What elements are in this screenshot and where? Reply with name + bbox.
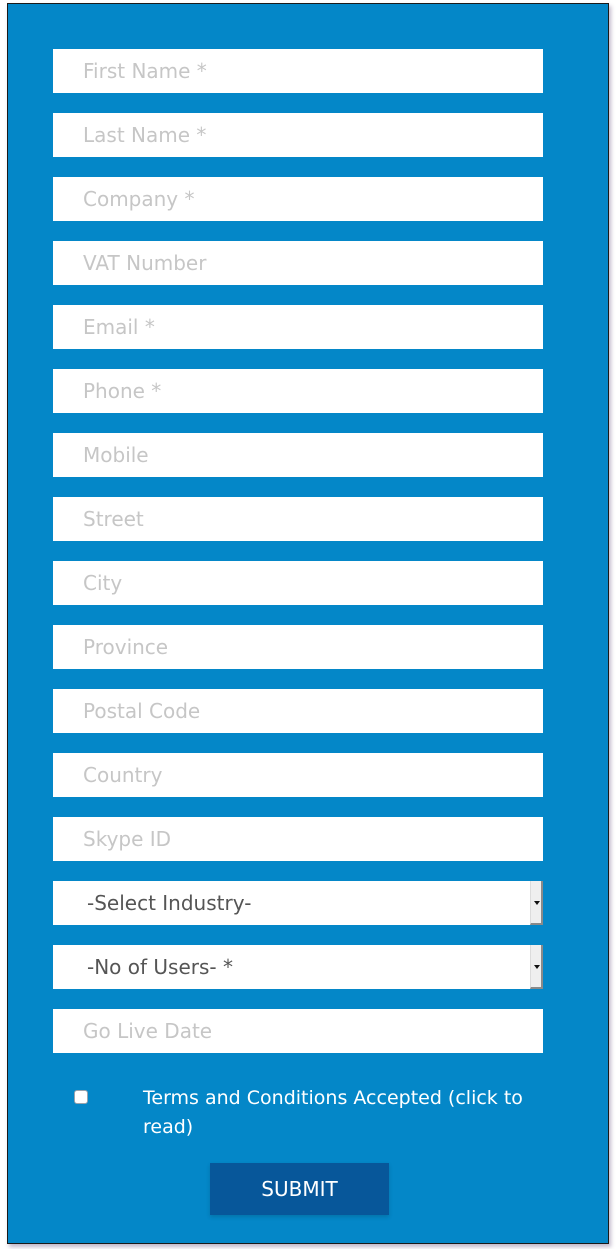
company-field[interactable] bbox=[53, 177, 543, 221]
postal-code-field[interactable] bbox=[53, 689, 543, 733]
users-dropdown-button[interactable] bbox=[530, 945, 543, 989]
users-select[interactable]: -No of Users- * bbox=[53, 945, 543, 989]
terms-checkbox[interactable] bbox=[74, 1090, 88, 1104]
mobile-field[interactable] bbox=[53, 433, 543, 477]
skype-id-field[interactable] bbox=[53, 817, 543, 861]
go-live-date-field[interactable] bbox=[53, 1009, 543, 1053]
country-field[interactable] bbox=[53, 753, 543, 797]
submit-button[interactable]: SUBMIT bbox=[210, 1163, 389, 1215]
province-field[interactable] bbox=[53, 625, 543, 669]
phone-field[interactable] bbox=[53, 369, 543, 413]
first-name-field[interactable] bbox=[53, 49, 543, 93]
industry-select-value: -Select Industry- bbox=[87, 891, 252, 915]
signup-form-panel: -Select Industry- -No of Users- * Terms … bbox=[7, 3, 609, 1244]
chevron-down-icon bbox=[534, 965, 540, 969]
industry-select[interactable]: -Select Industry- bbox=[53, 881, 543, 925]
chevron-down-icon bbox=[534, 901, 540, 905]
vat-number-field[interactable] bbox=[53, 241, 543, 285]
users-select-value: -No of Users- * bbox=[87, 955, 233, 979]
city-field[interactable] bbox=[53, 561, 543, 605]
terms-link[interactable]: Terms and Conditions Accepted (click to … bbox=[143, 1084, 563, 1142]
email-field[interactable] bbox=[53, 305, 543, 349]
last-name-field[interactable] bbox=[53, 113, 543, 157]
street-field[interactable] bbox=[53, 497, 543, 541]
industry-dropdown-button[interactable] bbox=[530, 881, 543, 925]
